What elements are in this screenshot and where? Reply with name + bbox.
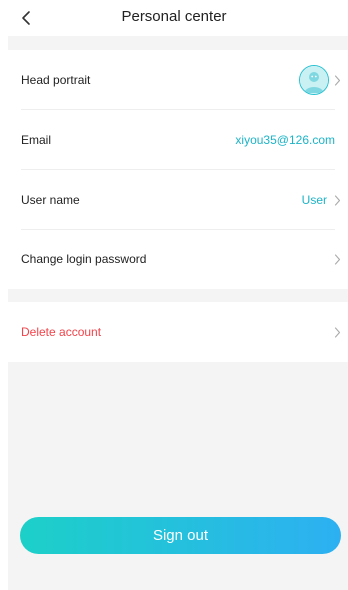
chevron-right-icon bbox=[332, 194, 342, 206]
change-password-row[interactable]: Change login password bbox=[8, 229, 348, 289]
user-name-row[interactable]: User name User bbox=[8, 170, 348, 230]
profile-settings-card: Head portrait Email xiyou35@126.com User… bbox=[8, 50, 348, 289]
head-portrait-row[interactable]: Head portrait bbox=[8, 50, 348, 110]
delete-account-row[interactable]: Delete account bbox=[8, 302, 348, 362]
user-avatar-icon bbox=[300, 66, 328, 94]
delete-account-card: Delete account bbox=[8, 302, 348, 362]
change-password-label: Change login password bbox=[21, 252, 147, 266]
user-name-label: User name bbox=[21, 193, 80, 207]
chevron-right-icon bbox=[332, 253, 342, 265]
email-row[interactable]: Email xiyou35@126.com bbox=[8, 110, 348, 170]
chevron-right-icon bbox=[332, 74, 342, 86]
page-title: Personal center bbox=[121, 8, 227, 25]
user-name-value: User bbox=[301, 193, 327, 207]
email-label: Email bbox=[21, 133, 52, 147]
avatar[interactable] bbox=[299, 65, 329, 95]
head-portrait-label: Head portrait bbox=[21, 73, 91, 87]
delete-account-label: Delete account bbox=[21, 325, 102, 339]
email-value: xiyou35@126.com bbox=[235, 133, 335, 147]
chevron-right-icon bbox=[332, 326, 342, 338]
top-bar: Personal center bbox=[0, 0, 348, 36]
sign-out-button[interactable]: Sign out bbox=[20, 517, 341, 554]
